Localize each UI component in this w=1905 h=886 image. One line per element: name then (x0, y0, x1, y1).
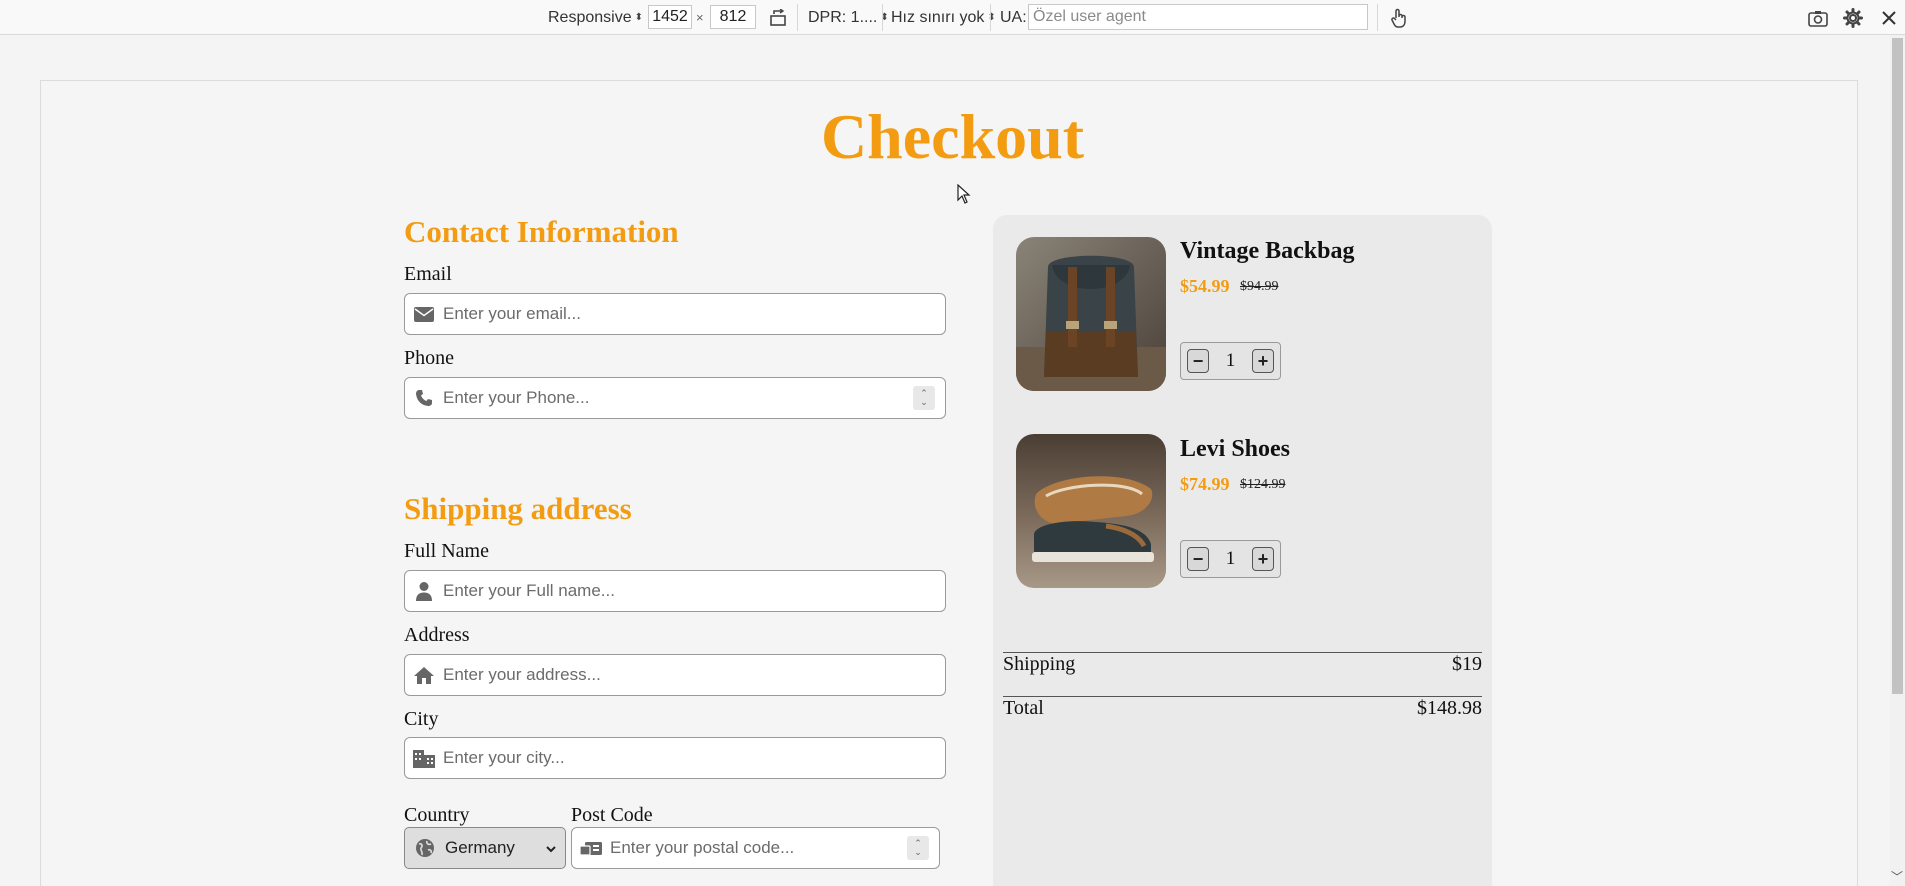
select-arrows-icon: ⬍ (634, 11, 643, 23)
device-select-label: Responsive (548, 8, 632, 26)
postal-icon (572, 839, 610, 857)
fullname-field[interactable]: Enter your Full name... (404, 570, 946, 612)
globe-icon (405, 838, 445, 858)
settings-icon[interactable] (1841, 6, 1865, 30)
dimension-separator: × (696, 10, 704, 25)
city-icon (405, 748, 443, 768)
quantity-value[interactable]: 1 (1226, 548, 1236, 570)
email-placeholder: Enter your email... (443, 304, 581, 323)
user-agent-input[interactable]: Özel user agent (1028, 4, 1368, 30)
product-old-price: $94.99 (1240, 279, 1279, 294)
select-arrows-icon: ⬍ (987, 11, 996, 23)
phone-label: Phone (404, 347, 454, 369)
city-placeholder: Enter your city... (443, 748, 565, 767)
postcode-label: Post Code (571, 804, 653, 826)
phone-field[interactable]: Enter your Phone... ⌃ ⌄ (404, 377, 946, 419)
ua-label: UA: (1000, 8, 1027, 26)
country-label: Country (404, 804, 470, 826)
total-value: $148.98 (1417, 697, 1482, 719)
country-select-value: Germany (445, 838, 515, 857)
shipping-cost-label: Shipping (1003, 653, 1076, 675)
quantity-stepper: − 1 + (1180, 540, 1281, 578)
city-label: City (404, 708, 439, 730)
decrease-quantity-button[interactable]: − (1187, 349, 1209, 373)
number-spinner-icon[interactable]: ⌃ ⌄ (913, 386, 935, 410)
close-icon[interactable] (1877, 6, 1901, 30)
increase-quantity-button[interactable]: + (1252, 349, 1274, 373)
address-field[interactable]: Enter your address... (404, 654, 946, 696)
screenshot-icon[interactable] (1806, 6, 1830, 30)
product-old-price: $124.99 (1240, 477, 1286, 492)
scroll-down-icon[interactable]: ﹀ (1891, 868, 1903, 885)
throttle-select[interactable]: Hız sınırı yok ⬍ (891, 0, 996, 35)
rotate-icon[interactable] (766, 6, 790, 30)
device-select[interactable]: Responsive ⬍ (548, 0, 643, 35)
address-label: Address (404, 624, 470, 646)
decrease-quantity-button[interactable]: − (1187, 547, 1209, 571)
dpr-select-label: DPR: 1.... (808, 8, 878, 26)
number-spinner-icon[interactable]: ⌃ ⌄ (907, 836, 929, 860)
total-label: Total (1003, 697, 1044, 719)
viewport-height-input[interactable]: 812 (710, 5, 756, 29)
page-title: Checkout (820, 101, 1085, 172)
product-image-backpack (1016, 237, 1166, 391)
viewport-width-input[interactable]: 1452 (648, 5, 692, 29)
quantity-value[interactable]: 1 (1226, 350, 1236, 372)
product-name: Levi Shoes (1180, 436, 1291, 462)
total-row: Total $148.98 (1003, 697, 1482, 720)
phone-placeholder: Enter your Phone... (443, 388, 590, 407)
quantity-stepper: − 1 + (1180, 342, 1281, 380)
shipping-cost-row: Shipping $19 (1003, 653, 1482, 676)
product-name: Vintage Backbag (1180, 238, 1355, 264)
mouse-cursor-icon (957, 183, 971, 209)
product-price: $74.99 (1180, 474, 1230, 494)
envelope-icon (405, 306, 443, 322)
address-placeholder: Enter your address... (443, 665, 601, 684)
contact-section-title: Contact Information (404, 214, 679, 249)
postcode-placeholder: Enter your postal code... (610, 838, 795, 857)
devtools-toolbar: Responsive ⬍ 1452 × 812 DPR: 1.... ⬍ Hız s… (0, 0, 1905, 35)
page-frame (40, 80, 1858, 886)
phone-icon (405, 389, 443, 407)
email-field[interactable]: Enter your email... (404, 293, 946, 335)
increase-quantity-button[interactable]: + (1252, 547, 1274, 571)
fullname-placeholder: Enter your Full name... (443, 581, 615, 600)
user-icon (405, 581, 443, 601)
dpr-select[interactable]: DPR: 1.... ⬍ (808, 0, 889, 35)
city-field[interactable]: Enter your city... (404, 737, 946, 779)
country-select[interactable]: Germany (404, 827, 566, 869)
postcode-field[interactable]: Enter your postal code... ⌃ ⌄ (571, 827, 940, 869)
touch-icon[interactable] (1386, 6, 1410, 30)
product-price: $54.99 (1180, 276, 1230, 296)
fullname-label: Full Name (404, 540, 489, 562)
throttle-select-label: Hız sınırı yok (891, 8, 985, 26)
home-icon (405, 666, 443, 685)
chevron-down-icon (545, 840, 557, 860)
shipping-cost-value: $19 (1452, 653, 1482, 675)
email-label: Email (404, 263, 452, 285)
product-image-shoes (1016, 434, 1166, 588)
shipping-section-title: Shipping address (404, 491, 632, 526)
